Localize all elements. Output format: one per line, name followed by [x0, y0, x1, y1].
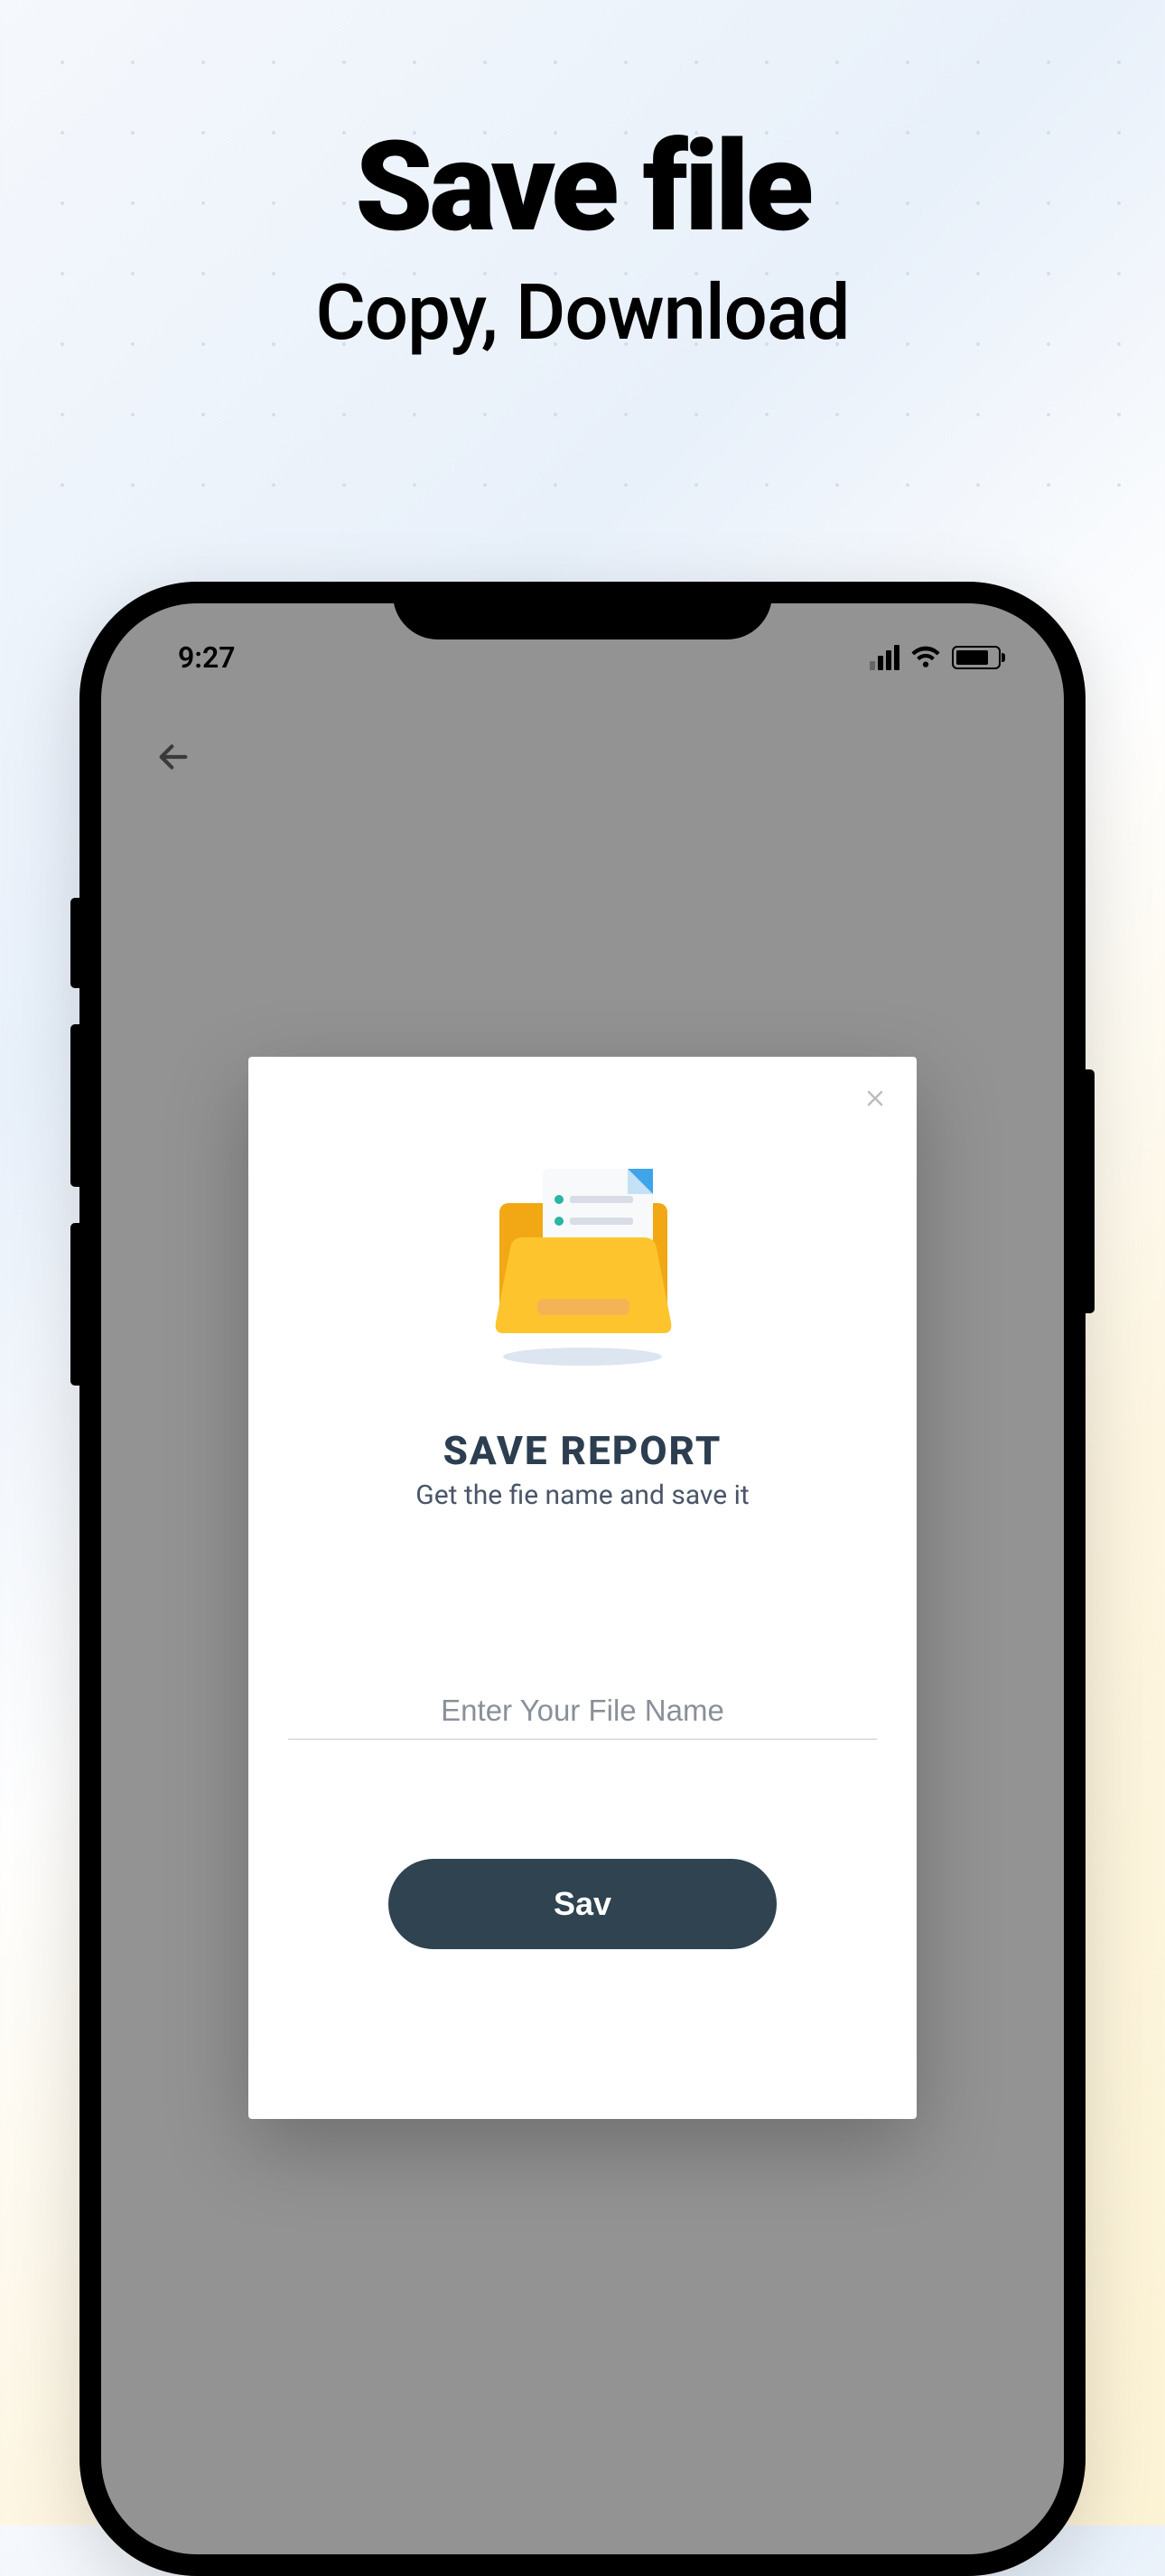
modal-title: SAVE REPORT — [288, 1427, 877, 1474]
back-button[interactable] — [146, 730, 200, 784]
folder-document-icon — [463, 1160, 702, 1367]
phone-screen: 9:27 — [101, 603, 1064, 2554]
wifi-icon — [910, 644, 941, 671]
phone-side-button — [70, 1024, 79, 1187]
battery-icon — [952, 646, 1001, 669]
phone-side-button — [70, 898, 79, 988]
modal-subtitle: Get the fie name and save it — [288, 1479, 877, 1511]
close-icon — [864, 1087, 886, 1109]
arrow-left-icon — [151, 739, 196, 775]
phone-notch — [393, 582, 772, 639]
phone-side-button — [1086, 1069, 1095, 1313]
filename-input[interactable] — [288, 1683, 877, 1740]
page-title: Save file — [0, 125, 1165, 249]
phone-side-button — [70, 1223, 79, 1386]
phone-frame: 9:27 — [79, 582, 1086, 2576]
promo-header: Save file Copy, Download — [0, 0, 1165, 358]
close-button[interactable] — [859, 1082, 891, 1115]
cellular-signal-icon — [870, 645, 899, 670]
save-report-modal: SAVE REPORT Get the fie name and save it… — [248, 1057, 917, 2119]
status-time: 9:27 — [178, 640, 236, 675]
page-subtitle: Copy, Download — [0, 267, 1165, 358]
status-icons — [870, 644, 1001, 671]
save-button[interactable]: Sav — [388, 1859, 777, 1949]
